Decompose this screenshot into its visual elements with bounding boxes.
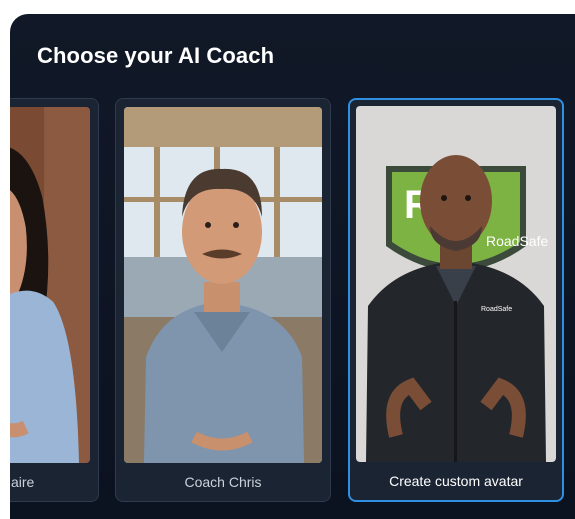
coach-label-claire: aire	[11, 474, 35, 490]
custom-avatar-photo: RU RoadSafe RoadSafe	[356, 106, 556, 462]
coach-photo-chris	[124, 107, 322, 463]
coach-card-chris[interactable]: Coach Chris	[115, 98, 331, 502]
custom-avatar-label: Create custom avatar	[389, 473, 523, 489]
create-custom-avatar-card[interactable]: RU RoadSafe RoadSafe Create custom avata…	[348, 98, 564, 502]
coach-card-claire[interactable]: aire	[10, 98, 99, 502]
roadsafe-badge-text: RoadSafe	[486, 233, 548, 249]
coach-label-chris: Coach Chris	[184, 474, 262, 490]
coach-photo-claire	[10, 107, 90, 463]
page-title: Choose your AI Coach	[37, 43, 275, 68]
coach-selection-panel: Choose your AI Coach aire Coach Chris Ro…	[10, 14, 575, 519]
roadsafe-shirt-logo: RoadSafe	[481, 306, 512, 313]
